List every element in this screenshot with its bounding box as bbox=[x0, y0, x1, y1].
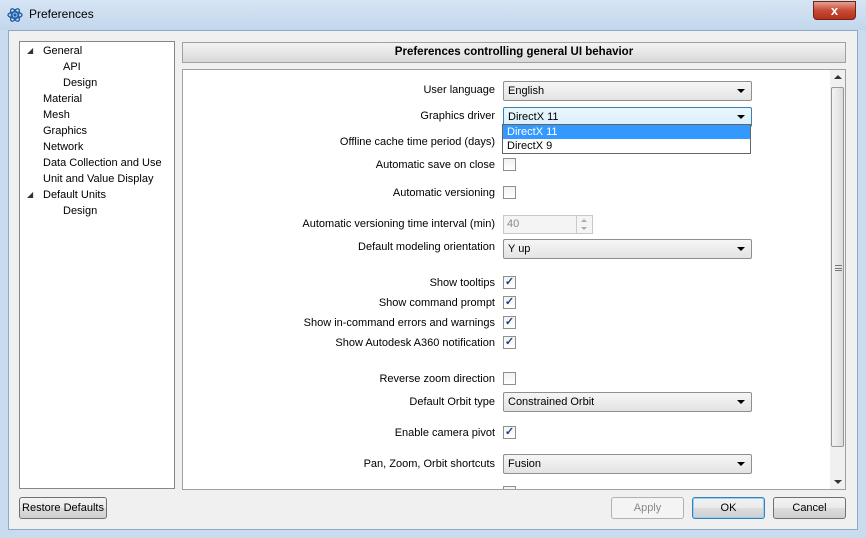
tree-item-general[interactable]: General bbox=[43, 43, 82, 59]
settings-scrollbar[interactable] bbox=[830, 70, 845, 489]
collapse-arrow-icon[interactable]: ◢ bbox=[27, 46, 33, 55]
tree-item-mesh[interactable]: Mesh bbox=[43, 107, 70, 123]
show-command-prompt-label: Show command prompt bbox=[378, 297, 495, 309]
show-a360-label: Show Autodesk A360 notification bbox=[335, 337, 495, 349]
chevron-down-icon bbox=[737, 89, 745, 93]
versioning-interval-spinner[interactable]: 40 bbox=[503, 215, 593, 234]
reverse-zoom-label: Reverse zoom direction bbox=[379, 373, 495, 385]
modeling-orientation-label: Default modeling orientation bbox=[358, 241, 495, 253]
show-tooltips-label: Show tooltips bbox=[429, 277, 495, 289]
chevron-down-icon bbox=[737, 247, 745, 251]
show-command-prompt-checkbox[interactable]: ✓ bbox=[503, 296, 516, 309]
tree-item-material[interactable]: Material bbox=[43, 91, 82, 107]
camera-pivot-checkbox[interactable]: ✓ bbox=[503, 426, 516, 439]
user-language-value: English bbox=[508, 85, 545, 97]
offline-cache-label: Offline cache time period (days) bbox=[339, 136, 495, 148]
section-header: Preferences controlling general UI behav… bbox=[182, 42, 846, 63]
tree-item-data-collection[interactable]: Data Collection and Use bbox=[43, 155, 162, 171]
dropdown-option-directx-9[interactable]: DirectX 9 bbox=[503, 139, 750, 153]
partial-checkbox[interactable] bbox=[503, 486, 516, 489]
scroll-down-icon[interactable] bbox=[834, 480, 842, 484]
spin-down-icon bbox=[581, 227, 587, 230]
modeling-orientation-value: Y up bbox=[508, 243, 531, 255]
chevron-down-icon bbox=[737, 400, 745, 404]
ok-button[interactable]: OK bbox=[692, 497, 765, 519]
window-close-button[interactable]: x bbox=[813, 1, 856, 20]
atom-app-icon bbox=[7, 8, 23, 22]
user-language-label: User language bbox=[423, 84, 495, 96]
restore-defaults-button[interactable]: Restore Defaults bbox=[19, 497, 107, 519]
versioning-interval-value: 40 bbox=[507, 218, 520, 230]
dropdown-option-directx-11[interactable]: DirectX 11 bbox=[503, 125, 750, 139]
spin-up-icon bbox=[581, 219, 587, 222]
cancel-button[interactable]: Cancel bbox=[773, 497, 846, 519]
tree-item-api[interactable]: API bbox=[63, 59, 81, 75]
shortcuts-select[interactable]: Fusion bbox=[503, 454, 752, 474]
apply-button[interactable]: Apply bbox=[611, 497, 684, 519]
user-language-select[interactable]: English bbox=[503, 81, 752, 101]
tree-item-units-design[interactable]: Design bbox=[63, 203, 97, 219]
chevron-down-icon bbox=[737, 115, 745, 119]
spinner-arrows[interactable] bbox=[576, 216, 592, 233]
modeling-orientation-select[interactable]: Y up bbox=[503, 239, 752, 259]
auto-save-checkbox[interactable] bbox=[503, 158, 516, 171]
show-a360-checkbox[interactable]: ✓ bbox=[503, 336, 516, 349]
orbit-type-label: Default Orbit type bbox=[409, 396, 495, 408]
tree-item-design[interactable]: Design bbox=[63, 75, 97, 91]
tree-item-graphics[interactable]: Graphics bbox=[43, 123, 87, 139]
auto-versioning-checkbox[interactable] bbox=[503, 186, 516, 199]
category-tree[interactable]: ◢ General API Design Material Mesh Graph… bbox=[19, 41, 175, 489]
grip-icon bbox=[835, 265, 842, 271]
auto-save-label: Automatic save on close bbox=[375, 159, 495, 171]
tree-item-default-units[interactable]: Default Units bbox=[43, 187, 106, 203]
orbit-type-select[interactable]: Constrained Orbit bbox=[503, 392, 752, 412]
tree-item-network[interactable]: Network bbox=[43, 139, 83, 155]
scrollbar-thumb[interactable] bbox=[831, 87, 844, 447]
shortcuts-label: Pan, Zoom, Orbit shortcuts bbox=[363, 458, 495, 470]
reverse-zoom-checkbox[interactable] bbox=[503, 372, 516, 385]
show-errors-label: Show in-command errors and warnings bbox=[303, 317, 495, 329]
show-tooltips-checkbox[interactable]: ✓ bbox=[503, 276, 516, 289]
graphics-driver-value: DirectX 11 bbox=[508, 111, 559, 123]
orbit-type-value: Constrained Orbit bbox=[508, 396, 595, 408]
camera-pivot-label: Enable camera pivot bbox=[394, 427, 495, 439]
close-icon: x bbox=[830, 3, 839, 18]
shortcuts-value: Fusion bbox=[508, 458, 542, 470]
graphics-driver-label: Graphics driver bbox=[420, 110, 495, 122]
graphics-driver-dropdown-list[interactable]: DirectX 11 DirectX 9 bbox=[502, 124, 751, 154]
versioning-interval-label: Automatic versioning time interval (min) bbox=[302, 218, 495, 230]
chevron-down-icon bbox=[737, 462, 745, 466]
auto-versioning-label: Automatic versioning bbox=[392, 187, 495, 199]
tree-item-unit-display[interactable]: Unit and Value Display bbox=[43, 171, 153, 187]
window-title: Preferences bbox=[29, 7, 94, 21]
show-errors-checkbox[interactable]: ✓ bbox=[503, 316, 516, 329]
title-bar: Preferences x bbox=[0, 0, 866, 30]
collapse-arrow-icon[interactable]: ◢ bbox=[27, 190, 33, 199]
scroll-up-icon[interactable] bbox=[834, 75, 842, 79]
